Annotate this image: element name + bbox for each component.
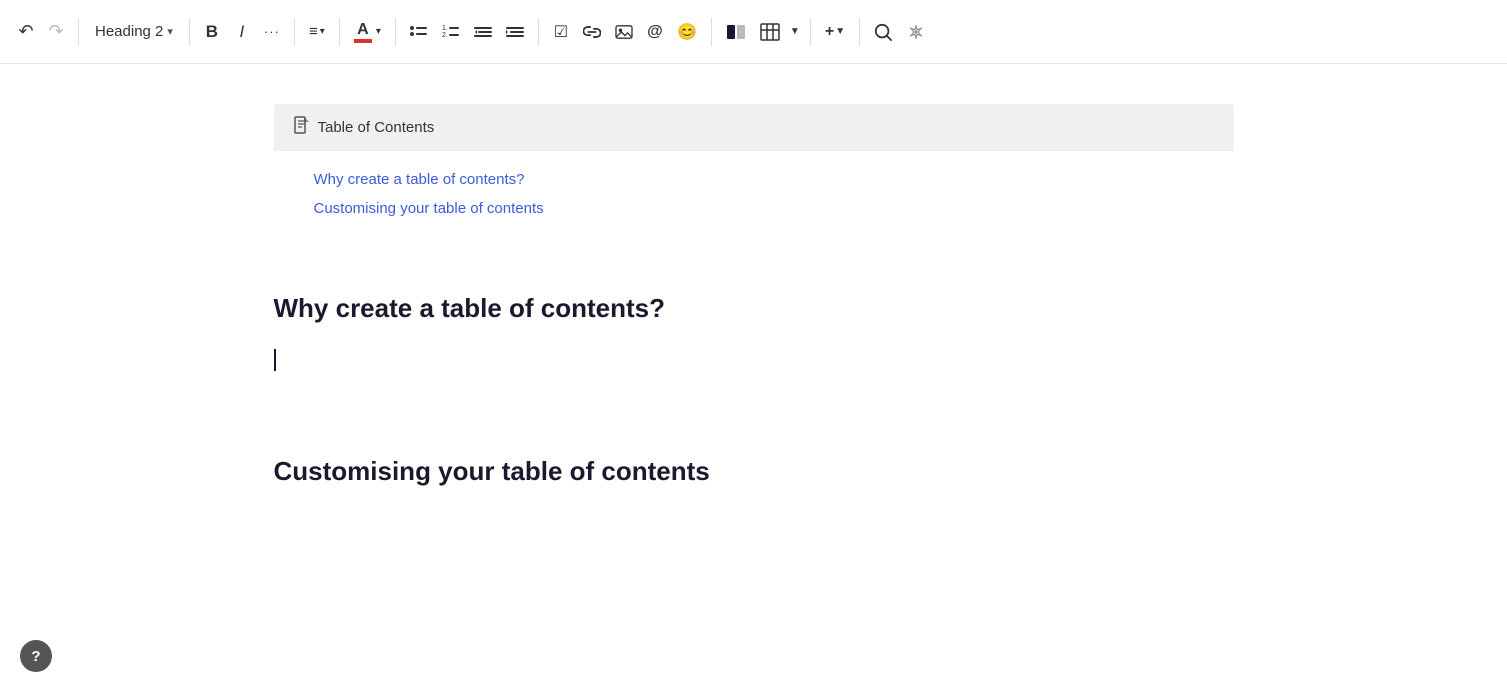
toc-links: Why create a table of contents? Customis… (274, 151, 1234, 245)
svg-text:1.: 1. (442, 25, 448, 32)
ordered-list-icon: 1.2. (442, 24, 460, 40)
italic-button[interactable]: I (228, 16, 256, 48)
separator-1 (78, 18, 79, 46)
indent-button[interactable] (500, 16, 530, 48)
color-button[interactable]: A ▾ (348, 16, 387, 48)
search-button[interactable] (868, 16, 898, 48)
toc-link-2[interactable]: Customising your table of contents (314, 200, 1194, 217)
undo-button[interactable]: ↶ (12, 16, 40, 48)
document-icon (294, 116, 310, 134)
help-button[interactable]: ? (20, 640, 52, 672)
table-icon (760, 23, 780, 41)
link-icon (583, 24, 601, 40)
more-format-button[interactable]: ··· (258, 16, 286, 48)
content-area: Table of Contents Why create a table of … (0, 64, 1507, 684)
color-indicator: A (354, 21, 372, 43)
search-icon (874, 23, 892, 41)
undo-redo-group: ↶ ↷ (12, 16, 70, 48)
indent-icon (506, 24, 524, 40)
outdent-button[interactable] (468, 16, 498, 48)
align-icon: ≡ (309, 23, 318, 40)
section2-heading: Customising your table of contents (274, 456, 1234, 487)
toc-title: Table of Contents (318, 119, 435, 136)
alignment-button[interactable]: ≡ ▾ (303, 16, 331, 48)
separator-8 (810, 18, 811, 46)
insert-plus-icon: + (825, 23, 834, 41)
insert-plus-chevron: ▼ (835, 26, 845, 37)
bullet-list-button[interactable] (404, 16, 434, 48)
list-group: 1.2. (404, 16, 530, 48)
heading-selector-button[interactable]: Heading 2 ▾ (87, 16, 181, 48)
toc-header: Table of Contents (274, 104, 1234, 151)
emoji-button[interactable]: 😊 (671, 16, 703, 48)
columns-button[interactable] (720, 16, 752, 48)
toc-doc-icon (294, 116, 310, 139)
section1-block: Why create a table of contents? (274, 293, 1234, 408)
table-button[interactable] (754, 16, 786, 48)
color-letter: A (357, 21, 369, 39)
link-button[interactable] (577, 16, 607, 48)
separator-4 (339, 18, 340, 46)
toc-block: Table of Contents Why create a table of … (274, 104, 1234, 245)
editor[interactable]: Table of Contents Why create a table of … (274, 104, 1234, 624)
separator-9 (859, 18, 860, 46)
toolbar: ↶ ↷ Heading 2 ▾ B I ··· ≡ ▾ A ▾ 1.2. (0, 0, 1507, 64)
separator-3 (294, 18, 295, 46)
toc-link-1[interactable]: Why create a table of contents? (314, 171, 1194, 188)
image-icon (615, 24, 633, 40)
checkbox-button[interactable]: ☑ (547, 16, 575, 48)
section1-heading: Why create a table of contents? (274, 293, 1234, 324)
align-chevron: ▾ (320, 26, 325, 37)
mention-button[interactable]: @ (641, 16, 669, 48)
section2-block: Customising your table of contents (274, 456, 1234, 487)
separator-5 (395, 18, 396, 46)
text-cursor (274, 349, 276, 371)
bullet-list-icon (410, 24, 428, 40)
layout-group: ▼ (720, 16, 802, 48)
columns-icon (726, 24, 746, 40)
ai-button[interactable] (902, 18, 930, 46)
ai-icon (908, 21, 924, 43)
insert-group: ☑ @ 😊 (547, 16, 703, 48)
heading-selector-label: Heading 2 (95, 23, 163, 40)
outdent-icon (474, 24, 492, 40)
separator-7 (711, 18, 712, 46)
image-button[interactable] (609, 16, 639, 48)
redo-button[interactable]: ↷ (42, 16, 70, 48)
color-bar (354, 39, 372, 43)
section1-paragraph[interactable] (274, 348, 1234, 408)
ordered-list-button[interactable]: 1.2. (436, 16, 466, 48)
separator-6 (538, 18, 539, 46)
table-dropdown-button[interactable]: ▼ (788, 16, 802, 48)
separator-2 (189, 18, 190, 46)
bold-button[interactable]: B (198, 16, 226, 48)
svg-text:2.: 2. (442, 32, 448, 39)
text-format-group: B I ··· (198, 16, 286, 48)
color-chevron: ▾ (376, 26, 381, 37)
insert-plus-button[interactable]: + ▼ (819, 16, 851, 48)
heading-selector-chevron: ▾ (167, 25, 173, 38)
